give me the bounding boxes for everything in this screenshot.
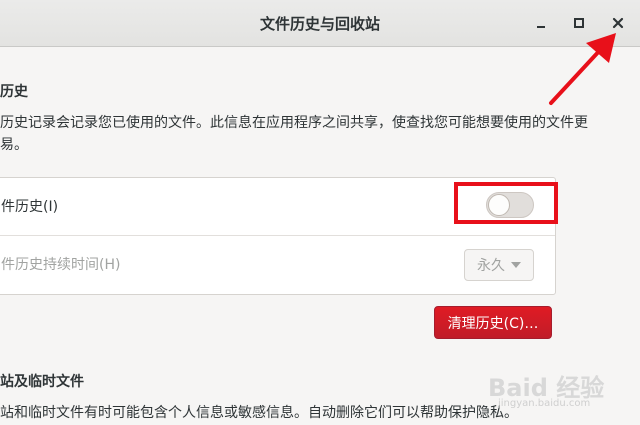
chevron-down-icon [511, 262, 521, 268]
annotation-highlight-box [454, 182, 558, 224]
title-bar[interactable]: 文件历史与回收站 [0, 0, 640, 47]
history-duration-row: 件历史持续时间(H) 永久 [0, 236, 555, 293]
minimize-icon [537, 26, 545, 28]
trash-section-title: 站及临时文件 [0, 374, 84, 390]
history-section-title: 历史 [0, 84, 28, 100]
history-description-line1: 历史记录会记录您已使用的文件。此信息在应用程序之间共享，使查找您可能想要使用的文… [0, 115, 588, 131]
minimize-button[interactable] [530, 12, 552, 34]
trash-description: 站和临时文件有时可能包含个人信息或敏感信息。自动删除它们可以帮助保护隐私。 [0, 405, 518, 421]
clear-history-button[interactable]: 清理历史(C)… [434, 306, 552, 339]
close-icon [612, 17, 624, 29]
watermark: Baid 经验 jingyan.baidu.com [488, 368, 638, 409]
history-duration-dropdown[interactable]: 永久 [464, 249, 534, 281]
history-duration-label: 件历史持续时间(H) [1, 257, 121, 273]
file-history-label: 件历史(I) [1, 199, 59, 215]
watermark-url: jingyan.baidu.com [498, 398, 591, 409]
settings-window: 文件历史与回收站 历史 历史记录会记录您已使用的文件。此信息在应用程序之间共享，… [0, 0, 640, 425]
history-duration-value: 永久 [477, 258, 505, 274]
close-button[interactable] [607, 12, 629, 34]
maximize-button[interactable] [568, 12, 590, 34]
maximize-icon [574, 18, 584, 28]
history-description-line2: 易。 [0, 137, 28, 153]
